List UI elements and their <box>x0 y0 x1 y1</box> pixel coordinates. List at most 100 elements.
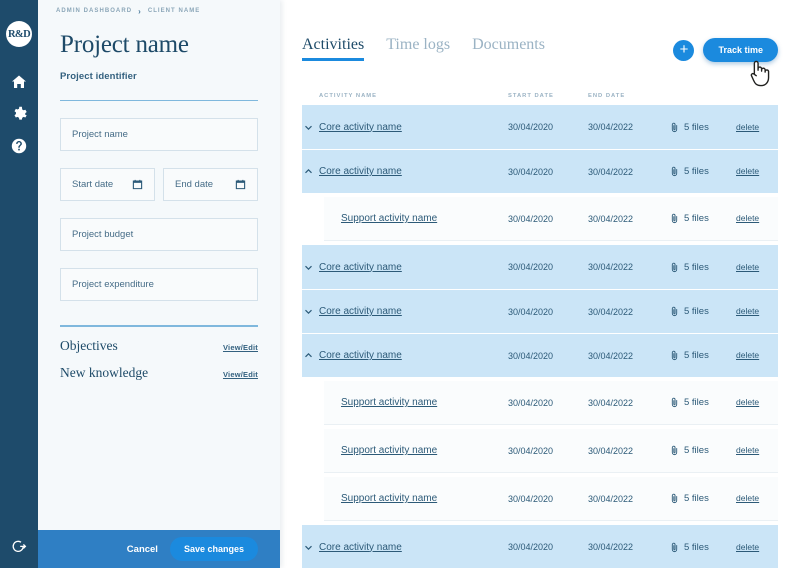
chevron-down-icon[interactable] <box>302 307 319 316</box>
table-row[interactable]: Core activity name 30/04/2020 30/04/2022 5 … <box>302 149 778 193</box>
gear-icon[interactable] <box>11 106 27 122</box>
delete-link[interactable]: delete <box>736 542 759 552</box>
activity-delete-cell: delete <box>736 493 778 504</box>
activity-files[interactable]: 5 files <box>670 122 736 133</box>
app-logo: R&D <box>6 21 32 47</box>
activity-start-date: 30/04/2020 <box>508 306 554 317</box>
table-row[interactable]: Support activity name 30/04/2020 30/04/202… <box>324 429 778 473</box>
end-date-field[interactable]: End date <box>163 168 258 201</box>
activity-end-date: 30/04/2022 <box>588 262 634 272</box>
activity-files[interactable]: 5 files <box>670 166 736 177</box>
help-icon[interactable] <box>11 138 27 154</box>
activity-name-link[interactable]: Core activity name <box>319 166 402 177</box>
activity-end-date: 30/04/2022 <box>588 213 634 224</box>
activity-files-count: 5 files <box>684 261 709 273</box>
calendar-icon <box>235 179 246 190</box>
activity-end-date: 30/04/2022 <box>588 350 634 361</box>
activity-name-link[interactable]: Support activity name <box>341 445 437 456</box>
table-row[interactable]: Core activity name 30/04/2020 30/04/2022 5 … <box>302 289 778 333</box>
section-new-knowledge: New knowledge View/Edit <box>60 365 258 381</box>
paperclip-icon <box>671 542 678 552</box>
delete-link[interactable]: delete <box>736 350 759 360</box>
activity-delete-cell: delete <box>736 306 778 317</box>
table-row[interactable]: Core activity name 30/04/2020 30/04/2022 5 … <box>302 525 778 568</box>
activity-files[interactable]: 5 files <box>670 350 736 361</box>
paperclip-icon <box>671 213 678 224</box>
activity-end-date: 30/04/2022 <box>588 306 634 317</box>
start-date-field[interactable]: Start date <box>60 168 155 201</box>
activity-name-link[interactable]: Core activity name <box>319 306 402 317</box>
delete-link[interactable]: delete <box>736 493 759 503</box>
tab-time-logs[interactable]: Time logs <box>386 36 450 61</box>
activity-files[interactable]: 5 files <box>670 213 736 224</box>
table-row[interactable]: Support activity name 30/04/2020 30/04/202… <box>324 197 778 241</box>
project-name-field[interactable]: Project name <box>60 118 258 151</box>
activity-files-count: 5 files <box>684 541 709 553</box>
delete-link[interactable]: delete <box>736 213 759 223</box>
save-button[interactable]: Save changes <box>169 537 258 561</box>
table-row[interactable]: Support activity name 30/04/2020 30/04/202… <box>324 477 778 521</box>
table-row[interactable]: Core activity name 30/04/2020 30/04/2022 5 … <box>302 333 778 377</box>
chevron-up-icon[interactable] <box>302 351 319 360</box>
delete-link[interactable]: delete <box>736 445 759 455</box>
breadcrumb-current: CLIENT NAME <box>147 8 201 14</box>
cancel-button[interactable]: Cancel <box>127 544 158 555</box>
logout-button[interactable] <box>0 538 38 554</box>
breadcrumb-parent[interactable]: ADMIN DASHBOARD <box>56 8 132 14</box>
paperclip-icon <box>671 445 678 456</box>
paperclip-icon <box>671 262 678 272</box>
activity-start-date: 30/04/2020 <box>508 397 554 408</box>
paperclip-icon <box>671 493 678 504</box>
paperclip-icon <box>671 397 678 408</box>
activity-name-link[interactable]: Support activity name <box>341 213 437 224</box>
section-objectives: Objectives View/Edit <box>60 338 258 354</box>
activity-files[interactable]: 5 files <box>670 306 736 317</box>
objectives-view-edit-link[interactable]: View/Edit <box>223 343 258 352</box>
chevron-down-icon[interactable] <box>302 123 319 132</box>
delete-link[interactable]: delete <box>736 262 759 272</box>
project-expenditure-field[interactable]: Project expenditure <box>60 268 258 301</box>
new-knowledge-view-edit-link[interactable]: View/Edit <box>223 370 258 379</box>
activity-start-date: 30/04/2020 <box>508 493 554 504</box>
activity-delete-cell: delete <box>736 262 778 273</box>
chevron-up-icon[interactable] <box>302 167 319 176</box>
activity-name-link[interactable]: Core activity name <box>319 122 402 133</box>
activity-files[interactable]: 5 files <box>670 397 736 408</box>
activity-name-link[interactable]: Support activity name <box>341 397 437 408</box>
activity-delete-cell: delete <box>736 166 778 177</box>
delete-link[interactable]: delete <box>736 306 759 316</box>
project-budget-field[interactable]: Project budget <box>60 218 258 251</box>
activity-files-count: 5 files <box>684 350 709 361</box>
activity-files[interactable]: 5 files <box>670 542 736 553</box>
activity-name-link[interactable]: Core activity name <box>319 350 402 361</box>
breadcrumb: ADMIN DASHBOARD › CLIENT NAME <box>38 0 280 22</box>
activity-files[interactable]: 5 files <box>670 445 736 456</box>
activity-files[interactable]: 5 files <box>670 262 736 273</box>
delete-link[interactable]: delete <box>736 166 759 176</box>
chevron-down-icon[interactable] <box>302 543 319 552</box>
project-expenditure-placeholder: Project expenditure <box>72 279 154 290</box>
home-icon[interactable] <box>11 74 27 90</box>
activity-start-date: 30/04/2020 <box>508 445 554 456</box>
activity-end-date: 30/04/2022 <box>588 166 634 177</box>
activity-name-link[interactable]: Support activity name <box>341 493 437 504</box>
delete-link[interactable]: delete <box>736 122 759 132</box>
table-row[interactable]: Support activity name 30/04/2020 30/04/202… <box>324 381 778 425</box>
tab-documents[interactable]: Documents <box>472 36 545 61</box>
table-row[interactable]: Core activity name 30/04/2020 30/04/2022 5 … <box>302 245 778 289</box>
paperclip-icon <box>671 350 678 361</box>
track-time-button[interactable]: Track time <box>703 38 778 62</box>
table-row[interactable]: Core activity name 30/04/2020 30/04/2022 5 … <box>302 105 778 149</box>
activity-files[interactable]: 5 files <box>670 493 736 504</box>
end-date-placeholder: End date <box>175 179 214 190</box>
tab-activities[interactable]: Activities <box>302 36 365 61</box>
chevron-down-icon[interactable] <box>302 263 319 272</box>
activity-name-link[interactable]: Core activity name <box>319 262 402 273</box>
project-name-placeholder: Project name <box>72 129 128 140</box>
icon-rail: R&D <box>0 0 38 568</box>
delete-link[interactable]: delete <box>736 397 759 407</box>
activity-start-date: 30/04/2020 <box>508 166 554 177</box>
calendar-icon <box>132 179 143 190</box>
add-activity-button[interactable]: + <box>673 39 695 61</box>
activity-name-link[interactable]: Core activity name <box>319 542 402 553</box>
